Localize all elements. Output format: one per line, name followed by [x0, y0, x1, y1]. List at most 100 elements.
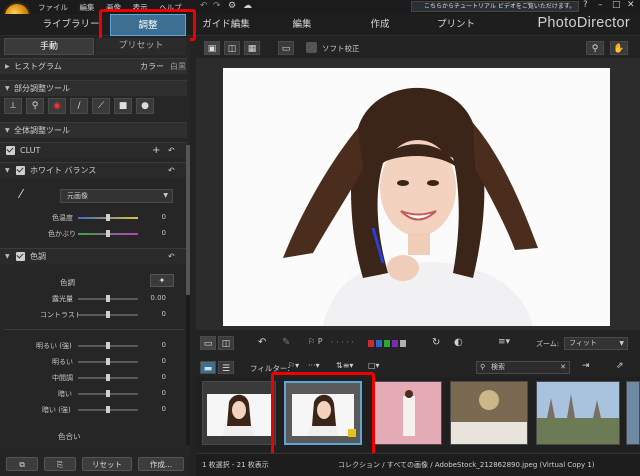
- temp-slider-knob[interactable]: [106, 214, 110, 221]
- scrollbar-thumb[interactable]: [186, 145, 190, 295]
- flag-icon[interactable]: ⚐ P: [308, 337, 323, 346]
- filter-rating-icon[interactable]: ···▾: [308, 361, 320, 370]
- filter-flag-icon[interactable]: ⚐▾: [288, 361, 299, 370]
- slider-knob[interactable]: [106, 390, 110, 397]
- histogram-bw-option[interactable]: 白黒: [170, 59, 186, 75]
- import-icon[interactable]: ⇥: [582, 361, 590, 371]
- gradient-mask-icon[interactable]: ■: [114, 98, 132, 114]
- slider-knob[interactable]: [106, 374, 110, 381]
- search-input[interactable]: ⚲ 検索 ✕: [476, 361, 570, 374]
- histogram-section[interactable]: ▶ ヒストグラム カラー 白黒: [0, 58, 187, 74]
- wb-preset-dropdown[interactable]: 元画像 ▼: [60, 189, 173, 203]
- tone-row-slider[interactable]: [78, 358, 138, 365]
- auto-tone-icon[interactable]: ✦: [150, 274, 174, 287]
- tint-slider-knob[interactable]: [106, 230, 110, 237]
- compare-icon[interactable]: ⧉: [6, 457, 38, 471]
- close-icon[interactable]: ✕: [627, 0, 635, 10]
- wb-checkbox[interactable]: [16, 166, 25, 175]
- pen-icon[interactable]: ✎: [282, 337, 290, 348]
- clear-icon[interactable]: ✕: [560, 362, 566, 373]
- thumbnail[interactable]: [536, 381, 620, 445]
- create-button[interactable]: 作成...: [138, 457, 184, 471]
- white-balance-section[interactable]: ▼ ホワイト バランス ↶: [0, 162, 187, 178]
- tab-edit[interactable]: 編集: [272, 14, 332, 36]
- slider-knob[interactable]: [106, 342, 110, 349]
- thumbnail[interactable]: [450, 381, 528, 445]
- contrast-slider[interactable]: [78, 311, 138, 318]
- minimize-icon[interactable]: –: [598, 0, 603, 10]
- color-label-blue[interactable]: [376, 340, 382, 347]
- help-icon[interactable]: ?: [583, 0, 588, 10]
- radial-filter-icon[interactable]: ●: [136, 98, 154, 114]
- filter-sort-icon[interactable]: ⇅≡▾: [336, 361, 353, 370]
- zoom-tool-icon[interactable]: ⚲: [586, 41, 604, 55]
- softproof-checkbox[interactable]: [306, 42, 317, 53]
- tone-row-slider[interactable]: [78, 374, 138, 381]
- export-icon[interactable]: ⇗: [616, 361, 624, 371]
- tint-slider[interactable]: [78, 230, 138, 237]
- menu-file[interactable]: ファイル: [38, 3, 68, 12]
- brush-icon[interactable]: ∕: [70, 98, 88, 114]
- contrast-toggle-icon[interactable]: ◐: [454, 337, 463, 348]
- crop-icon[interactable]: ⟂: [4, 98, 22, 114]
- grid-view-icon[interactable]: ▦: [244, 41, 260, 55]
- color-label-green[interactable]: [384, 340, 390, 347]
- local-tools-section[interactable]: ▼ 部分調整ツール: [0, 80, 187, 96]
- tab-presets[interactable]: プリセット: [96, 38, 186, 55]
- copy-settings-icon[interactable]: ⎘: [44, 457, 76, 471]
- color-label-red[interactable]: [368, 340, 374, 347]
- thumbnail[interactable]: [202, 381, 276, 445]
- sort-icon[interactable]: ≡▾: [498, 337, 510, 347]
- color-label-gray[interactable]: [400, 340, 406, 347]
- rotate-icon[interactable]: ↶: [258, 337, 266, 348]
- redo-icon[interactable]: ↷: [213, 1, 221, 11]
- tutorial-banner[interactable]: こちらからチュートリアル ビデオをご覧いただけます。: [411, 1, 579, 12]
- tab-create[interactable]: 作成: [350, 14, 410, 36]
- spot-removal-icon[interactable]: ⚲: [26, 98, 44, 114]
- zoom-dropdown[interactable]: フィット ▼: [564, 337, 628, 350]
- temp-slider[interactable]: [78, 214, 138, 221]
- filmstrip-view-icon[interactable]: ▬: [200, 361, 216, 374]
- reset-button[interactable]: リセット: [82, 457, 132, 471]
- thumbnail-partial[interactable]: [626, 381, 640, 445]
- clut-checkbox[interactable]: [6, 146, 15, 155]
- list-view-icon[interactable]: ☰: [218, 361, 234, 374]
- menu-edit[interactable]: 編集: [80, 3, 95, 12]
- red-eye-icon[interactable]: ◉: [48, 98, 66, 114]
- tab-guided-edit[interactable]: ガイド編集: [196, 14, 256, 36]
- clut-row[interactable]: CLUT + ↶: [0, 142, 187, 158]
- split-view-icon[interactable]: ◫: [218, 336, 234, 350]
- tone-section[interactable]: ▼ 色調 ↶: [0, 248, 187, 264]
- cloud-icon[interactable]: ☁: [243, 1, 252, 11]
- wb-reset-icon[interactable]: ↶: [168, 163, 175, 179]
- exposure-slider[interactable]: [78, 295, 138, 302]
- undo-icon[interactable]: ↶: [200, 1, 208, 11]
- refresh-icon[interactable]: ↻: [432, 337, 440, 348]
- single-view-icon[interactable]: ▣: [204, 41, 220, 55]
- color-label-purple[interactable]: [392, 340, 398, 347]
- exposure-slider-knob[interactable]: [106, 295, 110, 302]
- single-photo-icon[interactable]: ▭: [200, 336, 216, 350]
- tone-row-slider[interactable]: [78, 390, 138, 397]
- tab-print[interactable]: プリント: [426, 14, 486, 36]
- tone-reset-icon[interactable]: ↶: [168, 249, 175, 265]
- histogram-color-option[interactable]: カラー: [140, 59, 164, 75]
- hand-tool-icon[interactable]: ✋: [610, 41, 628, 55]
- slider-knob[interactable]: [106, 406, 110, 413]
- contrast-slider-knob[interactable]: [106, 311, 110, 318]
- left-panel-scrollbar[interactable]: [186, 145, 190, 445]
- tab-manual[interactable]: 手動: [4, 38, 94, 55]
- thumbnail[interactable]: [372, 381, 442, 445]
- eyedropper-icon[interactable]: ⁄: [20, 187, 22, 201]
- add-icon[interactable]: +: [152, 143, 160, 159]
- reset-icon[interactable]: ↶: [168, 143, 175, 159]
- rating-stars[interactable]: · · · · ·: [331, 338, 354, 347]
- tone-row-slider[interactable]: [78, 342, 138, 349]
- display-icon[interactable]: ▭: [278, 41, 294, 55]
- filter-color-icon[interactable]: □▾: [368, 361, 380, 370]
- compare-view-icon[interactable]: ◫: [224, 41, 240, 55]
- tone-row-slider[interactable]: [78, 406, 138, 413]
- tone-checkbox[interactable]: [16, 252, 25, 261]
- settings-icon[interactable]: ⚙: [228, 1, 236, 11]
- slider-knob[interactable]: [106, 358, 110, 365]
